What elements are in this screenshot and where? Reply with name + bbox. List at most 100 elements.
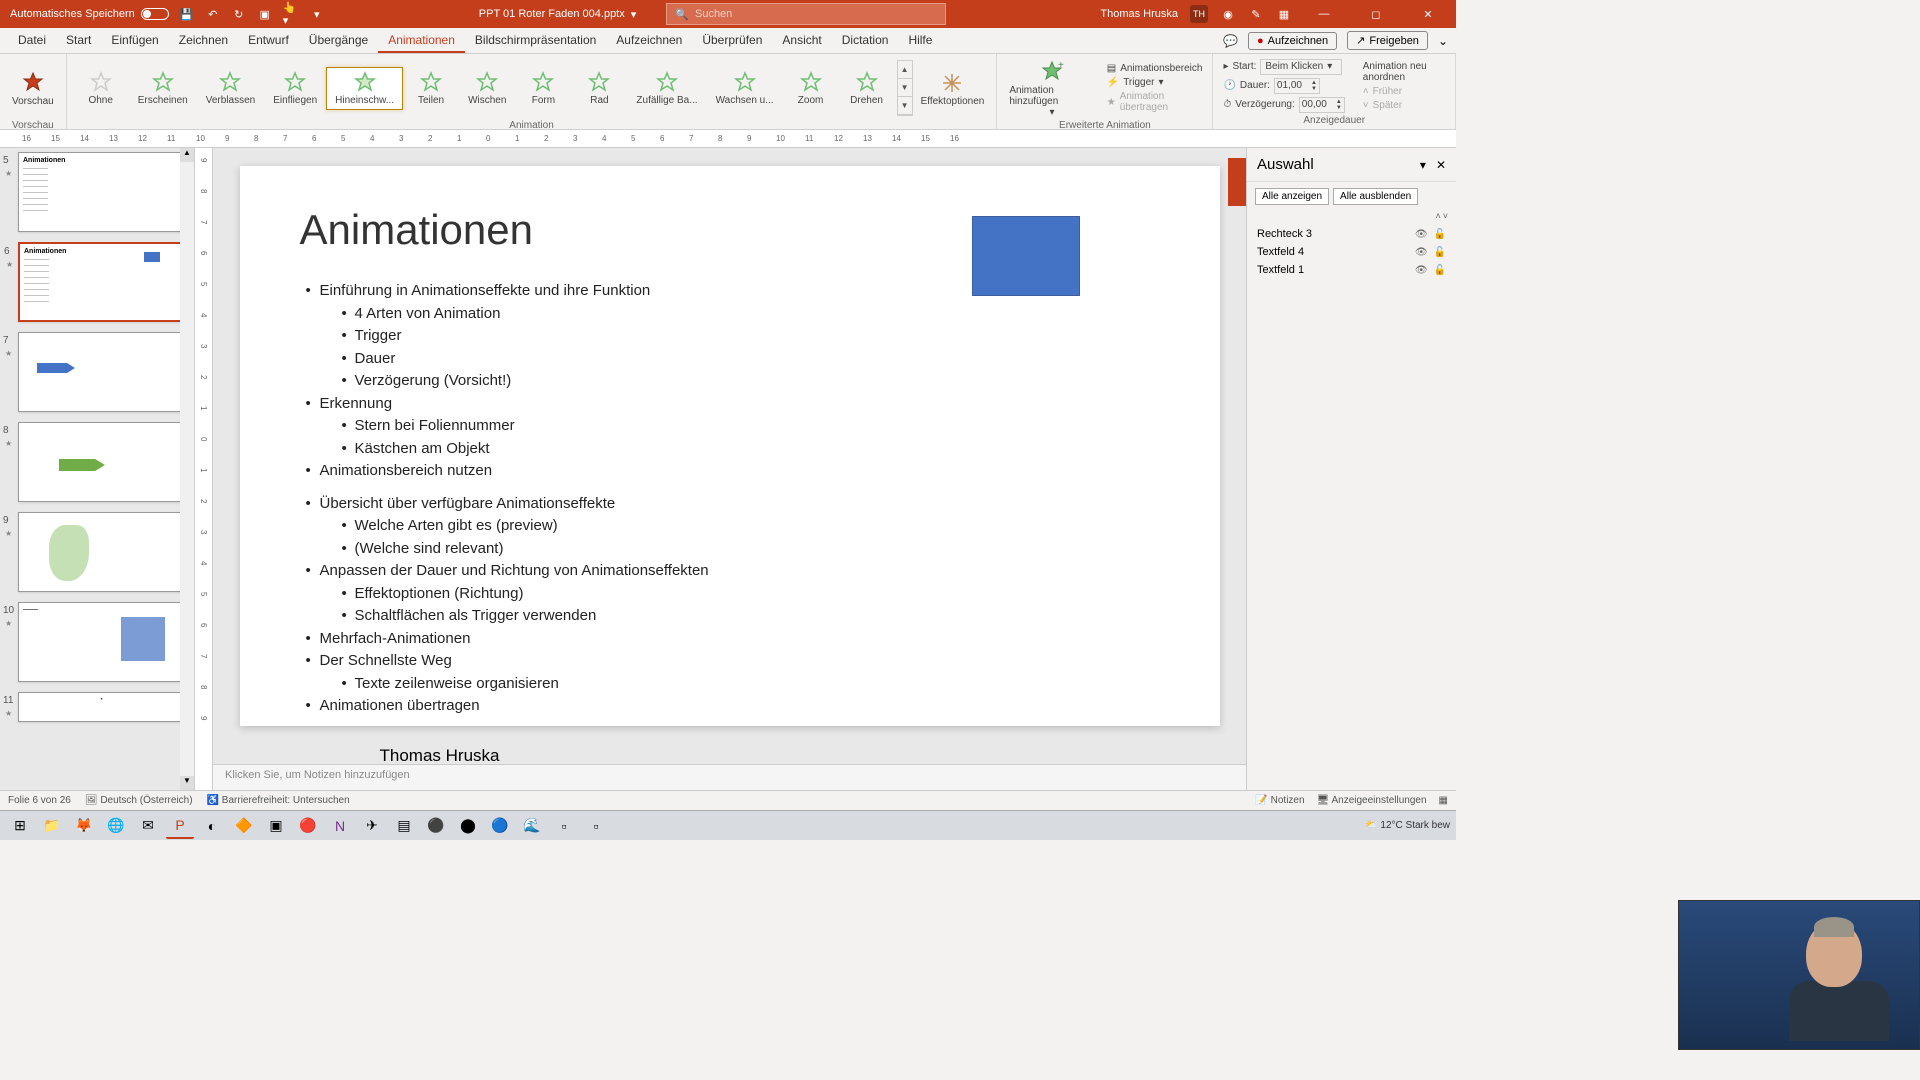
minimize-button[interactable]: —: [1304, 0, 1344, 28]
slide-thumbnail-8[interactable]: 8★: [18, 422, 184, 502]
tab-übergänge[interactable]: Übergänge: [299, 29, 378, 53]
visibility-icon[interactable]: 👁: [1415, 265, 1428, 276]
chrome-icon[interactable]: 🌐: [102, 813, 130, 839]
slide-author[interactable]: Thomas Hruska: [300, 746, 1160, 766]
display-settings[interactable]: 🖥 Anzeigeeinstellungen: [1317, 795, 1427, 806]
thumbnail-scrollbar[interactable]: ▲ ▼: [180, 148, 194, 790]
anim-wischen[interactable]: Wischen: [459, 67, 515, 110]
slide-thumbnail-5[interactable]: 5★Animationen———————————————————————————…: [18, 152, 184, 232]
anim-ohne[interactable]: Ohne: [73, 67, 129, 110]
app-icon[interactable]: ▫: [550, 813, 578, 839]
slide-thumbnail-6[interactable]: 6★Animationen———————————————————————————…: [18, 242, 184, 322]
bullet-item[interactable]: Übersicht über verfügbare Animationseffe…: [300, 493, 1160, 516]
bullet-item[interactable]: Texte zeilenweise organisieren: [300, 673, 1160, 696]
close-pane-icon[interactable]: ✕: [1436, 158, 1446, 172]
tab-zeichnen[interactable]: Zeichnen: [169, 29, 238, 53]
tab-bildschirmpräsentation[interactable]: Bildschirmpräsentation: [465, 29, 606, 53]
bullet-item[interactable]: Schaltflächen als Trigger verwenden: [300, 605, 1160, 628]
comments-icon[interactable]: 💬: [1223, 34, 1238, 48]
drawing-icon[interactable]: ✎: [1248, 6, 1264, 22]
app-icon[interactable]: ⬤: [454, 813, 482, 839]
tab-entwurf[interactable]: Entwurf: [238, 29, 299, 53]
save-icon[interactable]: 💾: [179, 6, 195, 22]
slide-thumbnails-panel[interactable]: 5★Animationen———————————————————————————…: [0, 148, 195, 790]
collapse-pane-tab[interactable]: [1228, 158, 1246, 206]
tab-dictation[interactable]: Dictation: [832, 29, 899, 53]
tab-start[interactable]: Start: [56, 29, 101, 53]
pane-options-icon[interactable]: ▾: [1420, 158, 1426, 172]
bullet-item[interactable]: Der Schnellste Weg: [300, 650, 1160, 673]
visibility-icon[interactable]: 👁: [1415, 229, 1428, 240]
touch-mode-icon[interactable]: 👆▾: [283, 6, 299, 22]
edge-icon[interactable]: 🌊: [518, 813, 546, 839]
app-icon[interactable]: 🔵: [486, 813, 514, 839]
coming-soon-icon[interactable]: ◉: [1220, 6, 1236, 22]
start-combo[interactable]: Beim Klicken▾: [1260, 59, 1342, 75]
slide-thumbnail-10[interactable]: 10★———: [18, 602, 184, 682]
lock-icon[interactable]: 🔓: [1434, 229, 1446, 240]
outlook-icon[interactable]: ✉: [134, 813, 162, 839]
anim-teilen[interactable]: Teilen: [403, 67, 459, 110]
normal-view-icon[interactable]: ▦: [1439, 795, 1448, 806]
bullet-item[interactable]: [300, 483, 1160, 493]
user-name[interactable]: Thomas Hruska: [1100, 8, 1178, 20]
app-icon[interactable]: ▤: [390, 813, 418, 839]
tab-hilfe[interactable]: Hilfe: [898, 29, 942, 53]
bullet-item[interactable]: (Welche sind relevant): [300, 538, 1160, 561]
record-button[interactable]: ●Aufzeichnen: [1248, 32, 1337, 50]
gallery-scroll[interactable]: ▲ ▼ ▼: [897, 60, 913, 116]
slide-content[interactable]: Einführung in Animationseffekte und ihre…: [300, 280, 1160, 718]
scroll-down-icon[interactable]: ▼: [180, 776, 194, 790]
close-button[interactable]: ✕: [1408, 0, 1448, 28]
firefox-icon[interactable]: 🦊: [70, 813, 98, 839]
bullet-item[interactable]: Effektoptionen (Richtung): [300, 583, 1160, 606]
slide[interactable]: Animationen Einführung in Animationseffe…: [240, 166, 1220, 726]
app-icon[interactable]: ▫: [582, 813, 610, 839]
bullet-item[interactable]: Anpassen der Dauer und Richtung von Anim…: [300, 560, 1160, 583]
language-indicator[interactable]: 🖼 Deutsch (Österreich): [85, 795, 193, 806]
animation-gallery[interactable]: OhneErscheinenVerblassenEinfliegenHinein…: [73, 67, 895, 110]
blue-rectangle-shape[interactable]: [972, 216, 1080, 296]
anim-erscheinen[interactable]: Erscheinen: [129, 67, 197, 110]
anim-zuflligeba[interactable]: Zufällige Ba...: [627, 67, 706, 110]
add-animation-button[interactable]: + Animation hinzufügen▾: [1003, 56, 1100, 120]
lock-icon[interactable]: 🔓: [1434, 265, 1446, 276]
delay-input[interactable]: 00,00▲▼: [1299, 97, 1345, 113]
tab-datei[interactable]: Datei: [8, 29, 56, 53]
bullet-item[interactable]: Erkennung: [300, 393, 1160, 416]
gallery-expand-icon[interactable]: ▼: [898, 97, 912, 115]
preview-button[interactable]: Vorschau: [6, 56, 60, 120]
bullet-item[interactable]: 4 Arten von Animation: [300, 303, 1160, 326]
anim-rad[interactable]: Rad: [571, 67, 627, 110]
anim-einfliegen[interactable]: Einfliegen: [264, 67, 326, 110]
slide-thumbnail-11[interactable]: 11★◔: [18, 692, 184, 722]
selection-item[interactable]: Textfeld 1👁🔓: [1247, 261, 1456, 279]
bullet-item[interactable]: Welche Arten gibt es (preview): [300, 515, 1160, 538]
obs-icon[interactable]: ⚫: [422, 813, 450, 839]
selection-item[interactable]: Rechteck 3👁🔓: [1247, 225, 1456, 243]
slide-thumbnail-9[interactable]: 9★: [18, 512, 184, 592]
tab-aufzeichnen[interactable]: Aufzeichnen: [606, 29, 692, 53]
start-from-beginning-icon[interactable]: ▣: [257, 6, 273, 22]
search-box[interactable]: 🔍: [666, 3, 946, 25]
bullet-item[interactable]: Animationsbereich nutzen: [300, 460, 1160, 483]
search-input[interactable]: [695, 8, 937, 20]
telegram-icon[interactable]: ✈: [358, 813, 386, 839]
autosave-toggle[interactable]: Automatisches Speichern: [10, 8, 169, 20]
hide-all-button[interactable]: Alle ausblenden: [1333, 188, 1418, 205]
qat-customize-icon[interactable]: ▾: [309, 6, 325, 22]
tab-überprüfen[interactable]: Überprüfen: [692, 29, 772, 53]
tab-animationen[interactable]: Animationen: [378, 29, 465, 53]
bullet-item[interactable]: Stern bei Foliennummer: [300, 415, 1160, 438]
weather-widget[interactable]: ⛅ 12°C Stark bew: [1365, 820, 1450, 831]
accessibility-check[interactable]: ♿ Barrierefreiheit: Untersuchen: [207, 795, 350, 806]
trigger-button[interactable]: ⚡Trigger▾: [1103, 76, 1207, 89]
user-avatar[interactable]: TH: [1190, 5, 1208, 23]
duration-input[interactable]: 01,00▲▼: [1274, 78, 1320, 94]
bullet-item[interactable]: Verzögerung (Vorsicht!): [300, 370, 1160, 393]
app-icon[interactable]: ▣: [262, 813, 290, 839]
bullet-item[interactable]: Trigger: [300, 325, 1160, 348]
move-up-icon[interactable]: ˄: [1435, 211, 1440, 221]
anim-drehen[interactable]: Drehen: [839, 67, 895, 110]
animation-pane-button[interactable]: ▤Animationsbereich: [1103, 62, 1207, 75]
